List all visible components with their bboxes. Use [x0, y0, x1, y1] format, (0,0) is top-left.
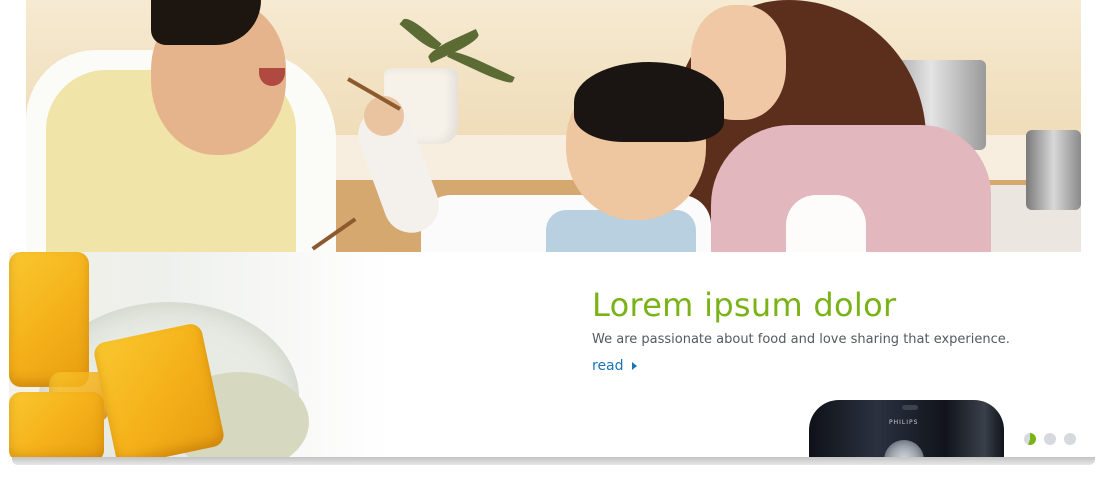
banner-headline: Lorem ipsum dolor	[592, 286, 897, 324]
banner-subtext: We are passionate about food and love sh…	[592, 332, 1010, 347]
banner-shadow	[12, 457, 1095, 465]
fried-food-piece	[9, 392, 104, 457]
slider-dot-3[interactable]	[1064, 433, 1076, 445]
hero-family-photo	[26, 0, 1081, 252]
read-more-label: read	[592, 358, 624, 374]
slider-pagination	[1024, 433, 1076, 445]
fried-food-piece	[9, 252, 89, 387]
mother-inner-top	[786, 195, 866, 252]
promo-banner: PHILIPS	[9, 252, 1092, 457]
slider-dot-1[interactable]	[1024, 433, 1036, 445]
product-brand-label: PHILIPS	[889, 419, 919, 426]
airfryer-indicator	[902, 405, 918, 410]
read-more-link[interactable]: read	[592, 358, 637, 374]
slider-dot-2[interactable]	[1044, 433, 1056, 445]
chevron-right-icon	[631, 362, 637, 370]
child-hair	[574, 62, 724, 142]
cooking-pot-small	[1026, 130, 1081, 210]
